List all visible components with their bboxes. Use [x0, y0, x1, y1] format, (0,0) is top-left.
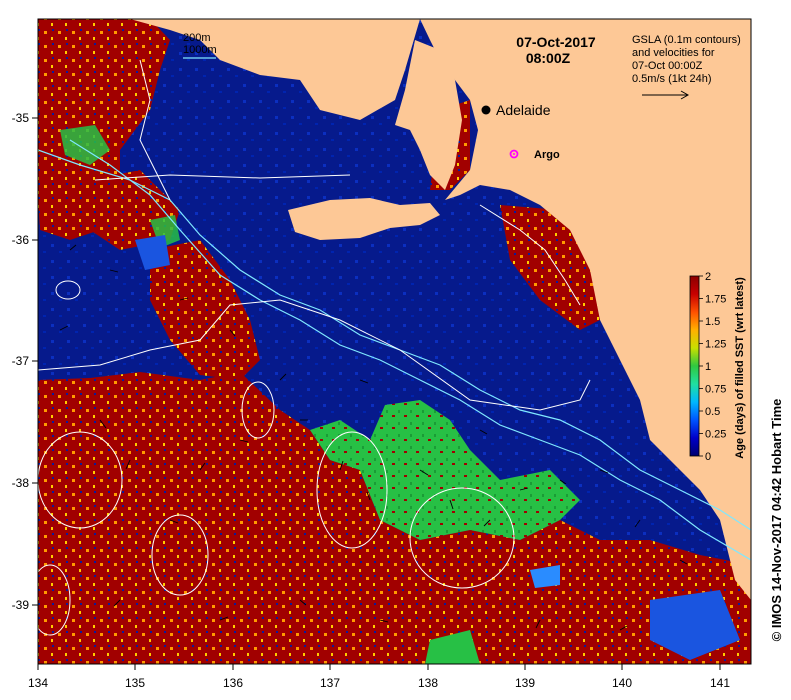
- colorbar-tick-label: 1.25: [705, 339, 726, 351]
- map-plot-area: [38, 19, 751, 664]
- colorbar-tick-label: 2: [705, 271, 711, 283]
- y-tick-label: -38: [12, 476, 30, 490]
- y-tick-label: -39: [12, 598, 30, 612]
- x-tick-label: 141: [710, 676, 730, 690]
- colorbar-title: Age (days) of filled SST (wrt latest): [734, 277, 746, 459]
- colorbar-tick-label: 0.25: [705, 429, 726, 441]
- y-tick-label: -37: [12, 354, 30, 368]
- y-tick-label: -35: [12, 111, 30, 125]
- colorbar-tick-label: 1.5: [705, 316, 720, 328]
- x-tick-label: 134: [28, 676, 48, 690]
- gsla-legend-line: and velocities for: [632, 47, 715, 59]
- y-axis: [32, 117, 38, 606]
- map-time: 08:00Z: [526, 50, 571, 66]
- y-tick-label: -36: [12, 233, 30, 247]
- colorbar-tick-label: 1.75: [705, 294, 726, 306]
- contour-200m-label: 200m: [183, 32, 211, 44]
- x-axis: [37, 664, 721, 670]
- adelaide-label: Adelaide: [496, 102, 551, 118]
- gsla-legend-line: 0.5m/s (1kt 24h): [632, 73, 711, 85]
- map-date: 07-Oct-2017: [516, 34, 596, 50]
- x-tick-label: 138: [418, 676, 438, 690]
- adelaide-marker[interactable]: [481, 105, 491, 115]
- colorbar-tick-label: 0.5: [705, 406, 720, 418]
- colorbar-tick-label: 1: [705, 361, 711, 373]
- gsla-legend-line: 07-Oct 00:00Z: [632, 60, 703, 72]
- argo-label: Argo: [534, 149, 560, 161]
- colorbar: [689, 275, 700, 457]
- gsla-legend-line: GSLA (0.1m contours): [632, 34, 741, 46]
- contour-1000m-label: 1000m: [183, 44, 217, 56]
- colorbar-tick-label: 0.75: [705, 384, 726, 396]
- sst-age-map: 134 135 136 137 138 139 140 141 -35 -36 …: [12, 18, 784, 690]
- colorbar-tick-label: 0: [705, 451, 711, 463]
- x-tick-label: 135: [125, 676, 145, 690]
- x-tick-label: 139: [515, 676, 535, 690]
- x-tick-label: 136: [223, 676, 243, 690]
- x-tick-label: 137: [320, 676, 340, 690]
- x-tick-label: 140: [612, 676, 632, 690]
- imos-credit: © IMOS 14-Nov-2017 04:42 Hobart Time: [769, 399, 784, 642]
